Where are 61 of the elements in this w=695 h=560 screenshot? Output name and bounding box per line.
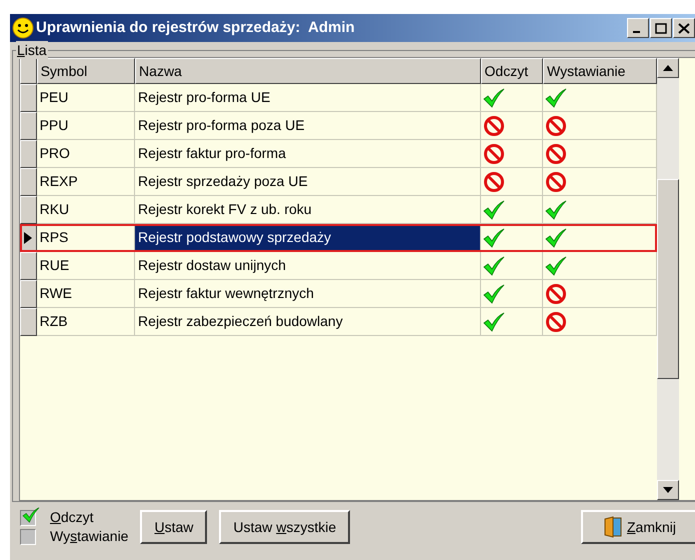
checkbox[interactable]	[20, 528, 36, 544]
scroll-thumb[interactable]	[657, 179, 679, 379]
table-cell: RWE	[36, 280, 136, 308]
table-row[interactable]: PRO Rejestr faktur pro-forma	[20, 140, 657, 168]
table-cell: Rejestr korekt FV z ub. roku	[135, 196, 481, 224]
table-cell: Rejestr pro-forma UE	[135, 84, 481, 112]
table-row[interactable]: RKU Rejestr korekt FV z ub. roku	[20, 196, 657, 224]
row-indicator	[20, 252, 37, 280]
table-cell: Rejestr sprzedaży poza UE	[135, 168, 481, 196]
table-row[interactable]: RZB Rejestr zabezpieczeń budowlany	[20, 308, 657, 336]
current-row-icon	[24, 232, 32, 244]
table-row[interactable]: RUE Rejestr dostaw unijnych	[20, 252, 657, 280]
column-header[interactable]: Odczyt	[480, 58, 543, 84]
row-indicator	[20, 140, 37, 168]
table-cell: REXP	[36, 168, 136, 196]
button[interactable]: Ustaw wszystkie	[219, 510, 350, 544]
window-title: Uprawnienia do rejestrów sprzedaży: Admin	[36, 18, 355, 38]
button[interactable]: Ustaw	[140, 510, 208, 544]
row-indicator	[20, 168, 37, 196]
scrollbar[interactable]	[657, 58, 679, 500]
table-cell: PEU	[36, 84, 136, 112]
row-indicator	[20, 280, 37, 308]
table-cell: Rejestr faktur pro-forma	[135, 140, 481, 168]
maximize-icon	[655, 22, 667, 34]
row-indicator	[20, 112, 37, 140]
close-icon	[678, 22, 690, 34]
table-row[interactable]: RPS Rejestr podstawowy sprzedaży	[20, 224, 657, 252]
scroll-down-button[interactable]	[657, 480, 679, 500]
table-row[interactable]: PPU Rejestr pro-forma poza UE	[20, 112, 657, 140]
down-arrow-icon	[663, 487, 673, 493]
column-header[interactable]: Wystawianie	[543, 58, 658, 84]
row-indicator	[20, 308, 37, 336]
table-row[interactable]: RWE Rejestr faktur wewnętrznych	[20, 280, 657, 308]
column-header[interactable]: Nazwa	[135, 58, 481, 84]
table-row[interactable]: PEU Rejestr pro-forma UE	[20, 84, 657, 112]
table-cell: RUE	[36, 252, 136, 280]
group-label: Lista	[16, 41, 48, 59]
table-cell: Rejestr pro-forma poza UE	[135, 112, 481, 140]
minimize-button[interactable]	[627, 18, 649, 38]
close-button[interactable]: Zamknij	[580, 510, 695, 544]
minimize-icon	[633, 31, 640, 33]
table-cell: Rejestr dostaw unijnych	[135, 252, 481, 280]
checkbox-label[interactable]: Odczyt	[50, 507, 94, 528]
checkbox-label[interactable]: Wystawianie	[50, 526, 128, 547]
up-arrow-icon	[663, 65, 673, 71]
table-cell: Rejestr faktur wewnętrznych	[135, 280, 481, 308]
row-indicator	[20, 196, 37, 224]
table-cell: RZB	[36, 308, 136, 336]
check-icon	[21, 506, 41, 522]
smiley-icon	[12, 17, 34, 39]
maximize-button[interactable]	[650, 18, 672, 38]
scroll-up-button[interactable]	[657, 58, 679, 78]
table-cell: Rejestr podstawowy sprzedaży	[135, 224, 481, 252]
table-cell: Rejestr zabezpieczeń budowlany	[135, 308, 481, 336]
table-cell: RKU	[36, 196, 136, 224]
table-cell: PRO	[36, 140, 136, 168]
table-cell: PPU	[36, 112, 136, 140]
close-button[interactable]	[673, 18, 695, 38]
door-icon	[602, 516, 623, 538]
column-header[interactable]: Symbol	[36, 58, 136, 84]
table-row[interactable]: REXP Rejestr sprzedaży poza UE	[20, 168, 657, 196]
